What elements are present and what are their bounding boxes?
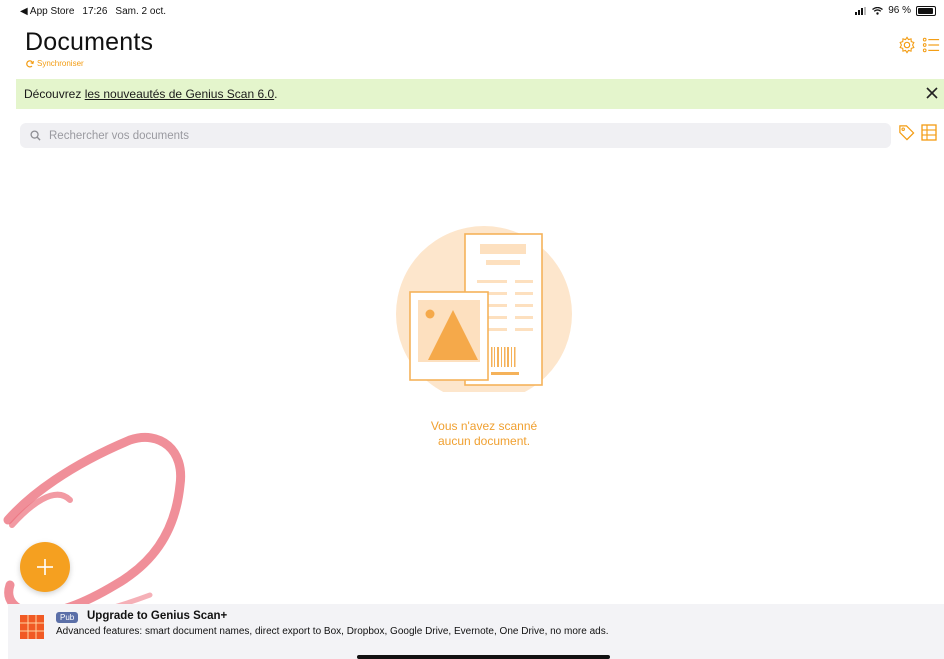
ad-banner[interactable]: Pub Upgrade to Genius Scan+ Advanced fea… (8, 604, 944, 659)
battery-percent: 96 % (888, 5, 911, 16)
whats-new-link[interactable]: les nouveautés de Genius Scan 6.0 (85, 87, 274, 101)
back-to-app-link[interactable]: ◀ App Store (20, 6, 74, 17)
status-bar: ◀ App Store 17:26 Sam. 2 oct. 96 % (0, 0, 944, 22)
page-title: Documents (25, 28, 154, 56)
empty-documents-illustration (396, 226, 572, 392)
empty-state-line2: aucun document. (437, 434, 531, 448)
sync-label: Synchroniser (37, 59, 84, 68)
header-actions (898, 36, 940, 54)
tag-icon[interactable] (898, 124, 915, 141)
ad-badge: Pub (56, 612, 79, 623)
banner-prefix: Découvrez (24, 87, 82, 101)
empty-state-message: Vous n'avez scanné aucun document. (384, 419, 584, 449)
cellular-signal-icon (855, 6, 867, 15)
battery-level (918, 7, 934, 14)
sort-grid-icon[interactable] (921, 124, 937, 141)
whats-new-banner: Découvrez les nouveautés de Genius Scan … (16, 79, 944, 109)
plus-icon (37, 559, 53, 575)
sync-icon (26, 59, 34, 67)
list-view-icon[interactable] (922, 36, 940, 54)
search-toolbar (898, 124, 937, 141)
search-bar (20, 123, 891, 148)
status-left: ◀ App Store 17:26 Sam. 2 oct. (20, 6, 166, 17)
banner-close-button[interactable] (922, 83, 942, 103)
search-icon (30, 130, 41, 141)
banner-suffix: . (274, 87, 278, 101)
status-time: 17:26 (82, 6, 108, 17)
ad-title: Upgrade to Genius Scan+ (87, 610, 228, 622)
status-date: Sam. 2 oct. (115, 6, 166, 17)
search-input[interactable] (47, 128, 851, 143)
close-icon (926, 87, 938, 99)
status-right: 96 % (855, 5, 936, 16)
add-document-button[interactable] (20, 542, 70, 592)
wifi-icon (872, 6, 884, 15)
sync-button[interactable]: Synchroniser (26, 59, 84, 68)
photo-icon (409, 291, 489, 381)
empty-state-line1: Vous n'avez scanné (430, 419, 538, 433)
gear-icon[interactable] (898, 36, 916, 54)
genius-scan-plus-logo (20, 615, 44, 639)
ad-description: Advanced features: smart document names,… (56, 626, 609, 637)
home-indicator[interactable] (357, 655, 610, 659)
battery-icon (916, 5, 936, 16)
